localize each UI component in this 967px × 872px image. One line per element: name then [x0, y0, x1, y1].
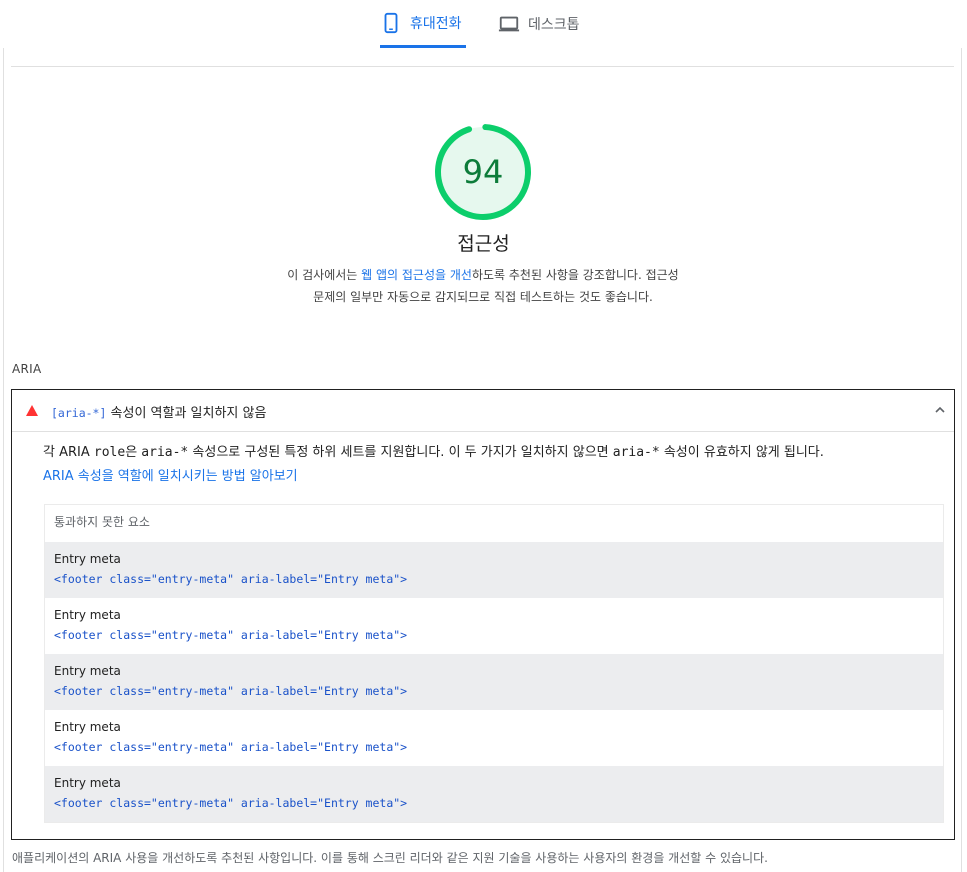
audit-header[interactable]: [aria-*] 속성이 역할과 일치하지 않음: [12, 390, 954, 432]
node-snippet: <footer class="entry-meta" aria-label="E…: [54, 796, 408, 810]
desc-text: 속성이 유효하지 않게 됩니다.: [659, 445, 824, 460]
desc-text: 속성으로 구성된 특정 하위 세트를 지원합니다. 이 두 가지가 일치하지 않…: [188, 445, 613, 460]
fail-triangle-icon: [26, 405, 38, 416]
tab-label: 휴대전화: [410, 15, 462, 32]
desc-text: 각 ARIA: [43, 445, 94, 460]
audit-title-text: 속성이 역할과 일치하지 않음: [106, 406, 267, 421]
accessibility-link[interactable]: 웹 앱의 접근성을 개선: [361, 268, 472, 282]
audit-title-code: [aria-*]: [51, 406, 107, 420]
score-value: 94: [462, 153, 504, 191]
table-row[interactable]: Entry meta <footer class="entry-meta" ar…: [45, 542, 943, 598]
laptop-icon: [498, 13, 520, 35]
table-row[interactable]: Entry meta <footer class="entry-meta" ar…: [45, 598, 943, 654]
node-label: Entry meta: [54, 552, 121, 566]
node-snippet: <footer class="entry-meta" aria-label="E…: [54, 684, 408, 698]
chevron-up-icon[interactable]: [934, 404, 946, 416]
category-title: 접근성: [457, 233, 510, 255]
audit-aria-allowed-attr: [aria-*] 속성이 역할과 일치하지 않음 각 ARIA role은 ar…: [11, 389, 955, 840]
smartphone-icon: [380, 12, 402, 34]
tab-mobile[interactable]: 휴대전화: [380, 0, 466, 48]
divider: [11, 66, 954, 67]
failing-elements-table: 통과하지 못한 요소 Entry meta <footer class="ent…: [44, 504, 944, 823]
table-row[interactable]: Entry meta <footer class="entry-meta" ar…: [45, 766, 943, 822]
group-description: 애플리케이션의 ARIA 사용을 개선하도록 추천된 사항입니다. 이를 통해 …: [12, 851, 768, 865]
desc-code: aria-*: [612, 445, 660, 460]
node-label: Entry meta: [54, 608, 121, 622]
node-label: Entry meta: [54, 776, 121, 790]
node-snippet: <footer class="entry-meta" aria-label="E…: [54, 740, 408, 754]
audit-description: 각 ARIA role은 aria-* 속성으로 구성된 특정 하위 세트를 지…: [43, 441, 943, 489]
table-row[interactable]: Entry meta <footer class="entry-meta" ar…: [45, 654, 943, 710]
group-label: ARIA: [12, 362, 42, 376]
node-label: Entry meta: [54, 664, 121, 678]
device-tabs: 휴대전화 데스크톱: [0, 0, 967, 48]
category-description: 이 검사에서는 웹 앱의 접근성을 개선하도록 추천된 사항을 강조합니다. 접…: [283, 264, 683, 308]
description-text: 이 검사에서는: [287, 268, 362, 282]
node-snippet: <footer class="entry-meta" aria-label="E…: [54, 572, 408, 586]
node-label: Entry meta: [54, 720, 121, 734]
learn-more-link[interactable]: ARIA 속성을 역할에 일치시키는 방법 알아보기: [43, 469, 298, 484]
audit-title: [aria-*] 속성이 역할과 일치하지 않음: [51, 402, 266, 421]
desc-code: role: [93, 445, 126, 460]
node-snippet: <footer class="entry-meta" aria-label="E…: [54, 628, 408, 642]
desc-text: 은: [125, 445, 142, 460]
tab-desktop[interactable]: 데스크톱: [498, 0, 598, 48]
table-row[interactable]: Entry meta <footer class="entry-meta" ar…: [45, 710, 943, 766]
desc-code: aria-*: [141, 445, 189, 460]
table-header: 통과하지 못한 요소: [54, 515, 150, 529]
tab-label: 데스크톱: [528, 17, 580, 33]
